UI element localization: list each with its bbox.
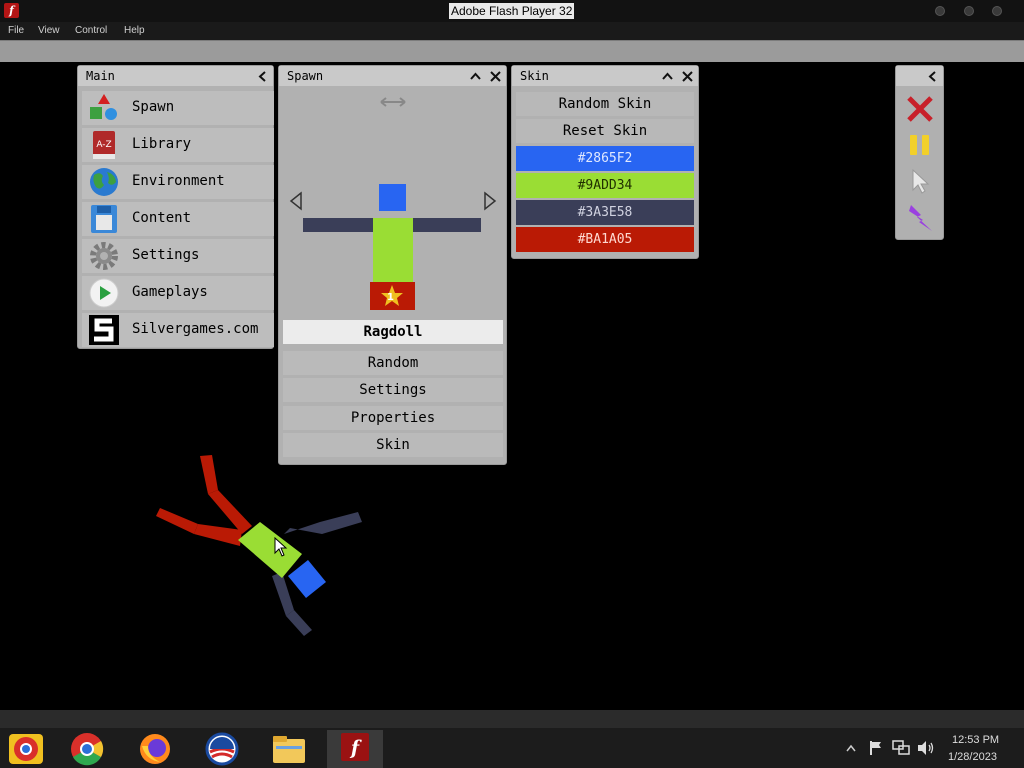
main-menu-library-label: Library <box>132 136 192 152</box>
preview-badge: 1 <box>387 292 394 303</box>
main-menu-environment-label: Environment <box>132 173 225 189</box>
main-menu-environment[interactable]: Environment <box>82 165 274 199</box>
chevron-left-icon <box>928 71 936 82</box>
skin-panel-header: Skin <box>512 66 698 86</box>
taskbar-active-app[interactable]: f <box>327 730 383 768</box>
main-menu-content-label: Content <box>132 210 192 226</box>
main-panel-header: Main <box>78 66 273 86</box>
spawn-settings-button[interactable]: Settings <box>283 378 503 402</box>
window-titlebar: f Adobe Flash Player 32 <box>0 0 1024 22</box>
spawn-close-button[interactable] <box>487 68 504 85</box>
spawn-panel-title: Spawn <box>287 69 324 83</box>
main-menu-settings[interactable]: Settings <box>82 239 274 273</box>
ragdoll-selected-button[interactable]: Ragdoll <box>283 320 503 344</box>
main-panel: Main Spawn A-Z Library Environment Conte… <box>77 65 274 349</box>
resize-arrows-icon[interactable] <box>380 96 406 108</box>
skin-collapse-button[interactable] <box>659 68 676 85</box>
volume-icon[interactable] <box>917 740 935 756</box>
main-panel-title: Main <box>86 69 115 83</box>
main-menu-silvergames[interactable]: Silvergames.com <box>82 313 274 347</box>
close-x-icon[interactable] <box>906 95 934 123</box>
firefox-icon[interactable] <box>138 732 172 766</box>
properties-button[interactable]: Properties <box>283 406 503 430</box>
mouse-cursor-icon <box>274 537 288 557</box>
color-swatch-navy[interactable]: #3A3E58 <box>516 200 694 225</box>
close-icon <box>682 71 693 82</box>
spawn-panel: Spawn 1 Ragdoll Random Settings Properti… <box>278 65 507 465</box>
menu-view[interactable]: View <box>38 25 60 36</box>
network-icon[interactable] <box>892 740 910 756</box>
tools-panel-header <box>896 66 943 86</box>
main-menu-settings-label: Settings <box>132 247 200 263</box>
main-menu-gameplays[interactable]: Gameplays <box>82 276 274 310</box>
tray-expand-icon[interactable] <box>846 744 856 752</box>
pause-icon[interactable] <box>908 133 932 157</box>
previous-arrow-icon[interactable] <box>288 191 304 211</box>
minimize-button[interactable] <box>935 6 945 16</box>
flash-player-icon: f <box>341 733 369 761</box>
lightning-icon[interactable] <box>906 203 934 233</box>
chevron-left-icon <box>258 71 266 82</box>
reset-skin-button[interactable]: Reset Skin <box>516 119 694 143</box>
menu-help[interactable]: Help <box>124 25 145 36</box>
skin-close-button[interactable] <box>679 68 696 85</box>
menu-bar: File View Control Help <box>0 22 1024 40</box>
close-icon <box>490 71 501 82</box>
main-menu-spawn-label: Spawn <box>132 99 175 115</box>
spawn-collapse-button[interactable] <box>467 68 484 85</box>
play-icon <box>89 278 119 308</box>
taskbar: f 12:53 PM 1/28/2023 <box>0 710 1024 768</box>
chevron-up-icon <box>662 72 673 80</box>
chrome-canary-icon[interactable] <box>9 732 43 766</box>
next-arrow-icon[interactable] <box>482 191 498 211</box>
gear-icon <box>90 242 118 270</box>
obama-logo-icon[interactable] <box>205 732 239 766</box>
random-skin-button[interactable]: Random Skin <box>516 92 694 116</box>
skin-panel: Skin Random Skin Reset Skin #2865F2 #9AD… <box>511 65 699 259</box>
clock-time[interactable]: 12:53 PM <box>952 734 999 746</box>
clock-date[interactable]: 1/28/2023 <box>948 751 997 763</box>
game-top-strip <box>0 40 1024 62</box>
collapse-left-button[interactable] <box>254 68 271 85</box>
random-button[interactable]: Random <box>283 351 503 375</box>
menu-file[interactable]: File <box>8 25 24 36</box>
color-swatch-green[interactable]: #9ADD34 <box>516 173 694 198</box>
color-swatch-blue[interactable]: #2865F2 <box>516 146 694 171</box>
flag-icon[interactable] <box>868 740 884 756</box>
chevron-up-icon <box>470 72 481 80</box>
pointer-icon[interactable] <box>910 168 932 194</box>
spawn-panel-header: Spawn <box>279 66 506 86</box>
color-swatch-red[interactable]: #BA1A05 <box>516 227 694 252</box>
main-menu-gameplays-label: Gameplays <box>132 284 208 300</box>
globe-icon <box>90 168 118 196</box>
skin-panel-title: Skin <box>520 69 549 83</box>
file-explorer-icon[interactable] <box>272 732 306 766</box>
chrome-icon[interactable] <box>70 732 104 766</box>
main-menu-library[interactable]: A-Z Library <box>82 128 274 162</box>
tools-collapse-button[interactable] <box>924 68 941 85</box>
menu-control[interactable]: Control <box>75 25 107 36</box>
main-menu-content[interactable]: Content <box>82 202 274 236</box>
shapes-icon <box>90 94 117 120</box>
floppy-disk-icon <box>91 205 117 233</box>
ragdoll-character[interactable] <box>150 452 370 642</box>
maximize-button[interactable] <box>964 6 974 16</box>
tools-panel <box>895 65 944 240</box>
silvergames-logo-icon <box>89 315 119 345</box>
flash-app-icon: f <box>4 3 19 18</box>
close-window-button[interactable] <box>992 6 1002 16</box>
svg-text:A-Z: A-Z <box>96 140 111 150</box>
taskbar-top-strip <box>0 710 1024 728</box>
window-title: Adobe Flash Player 32 <box>449 3 575 19</box>
main-menu-spawn[interactable]: Spawn <box>82 91 274 125</box>
a-z-book-icon: A-Z <box>93 131 115 159</box>
main-menu-silvergames-label: Silvergames.com <box>132 321 259 337</box>
